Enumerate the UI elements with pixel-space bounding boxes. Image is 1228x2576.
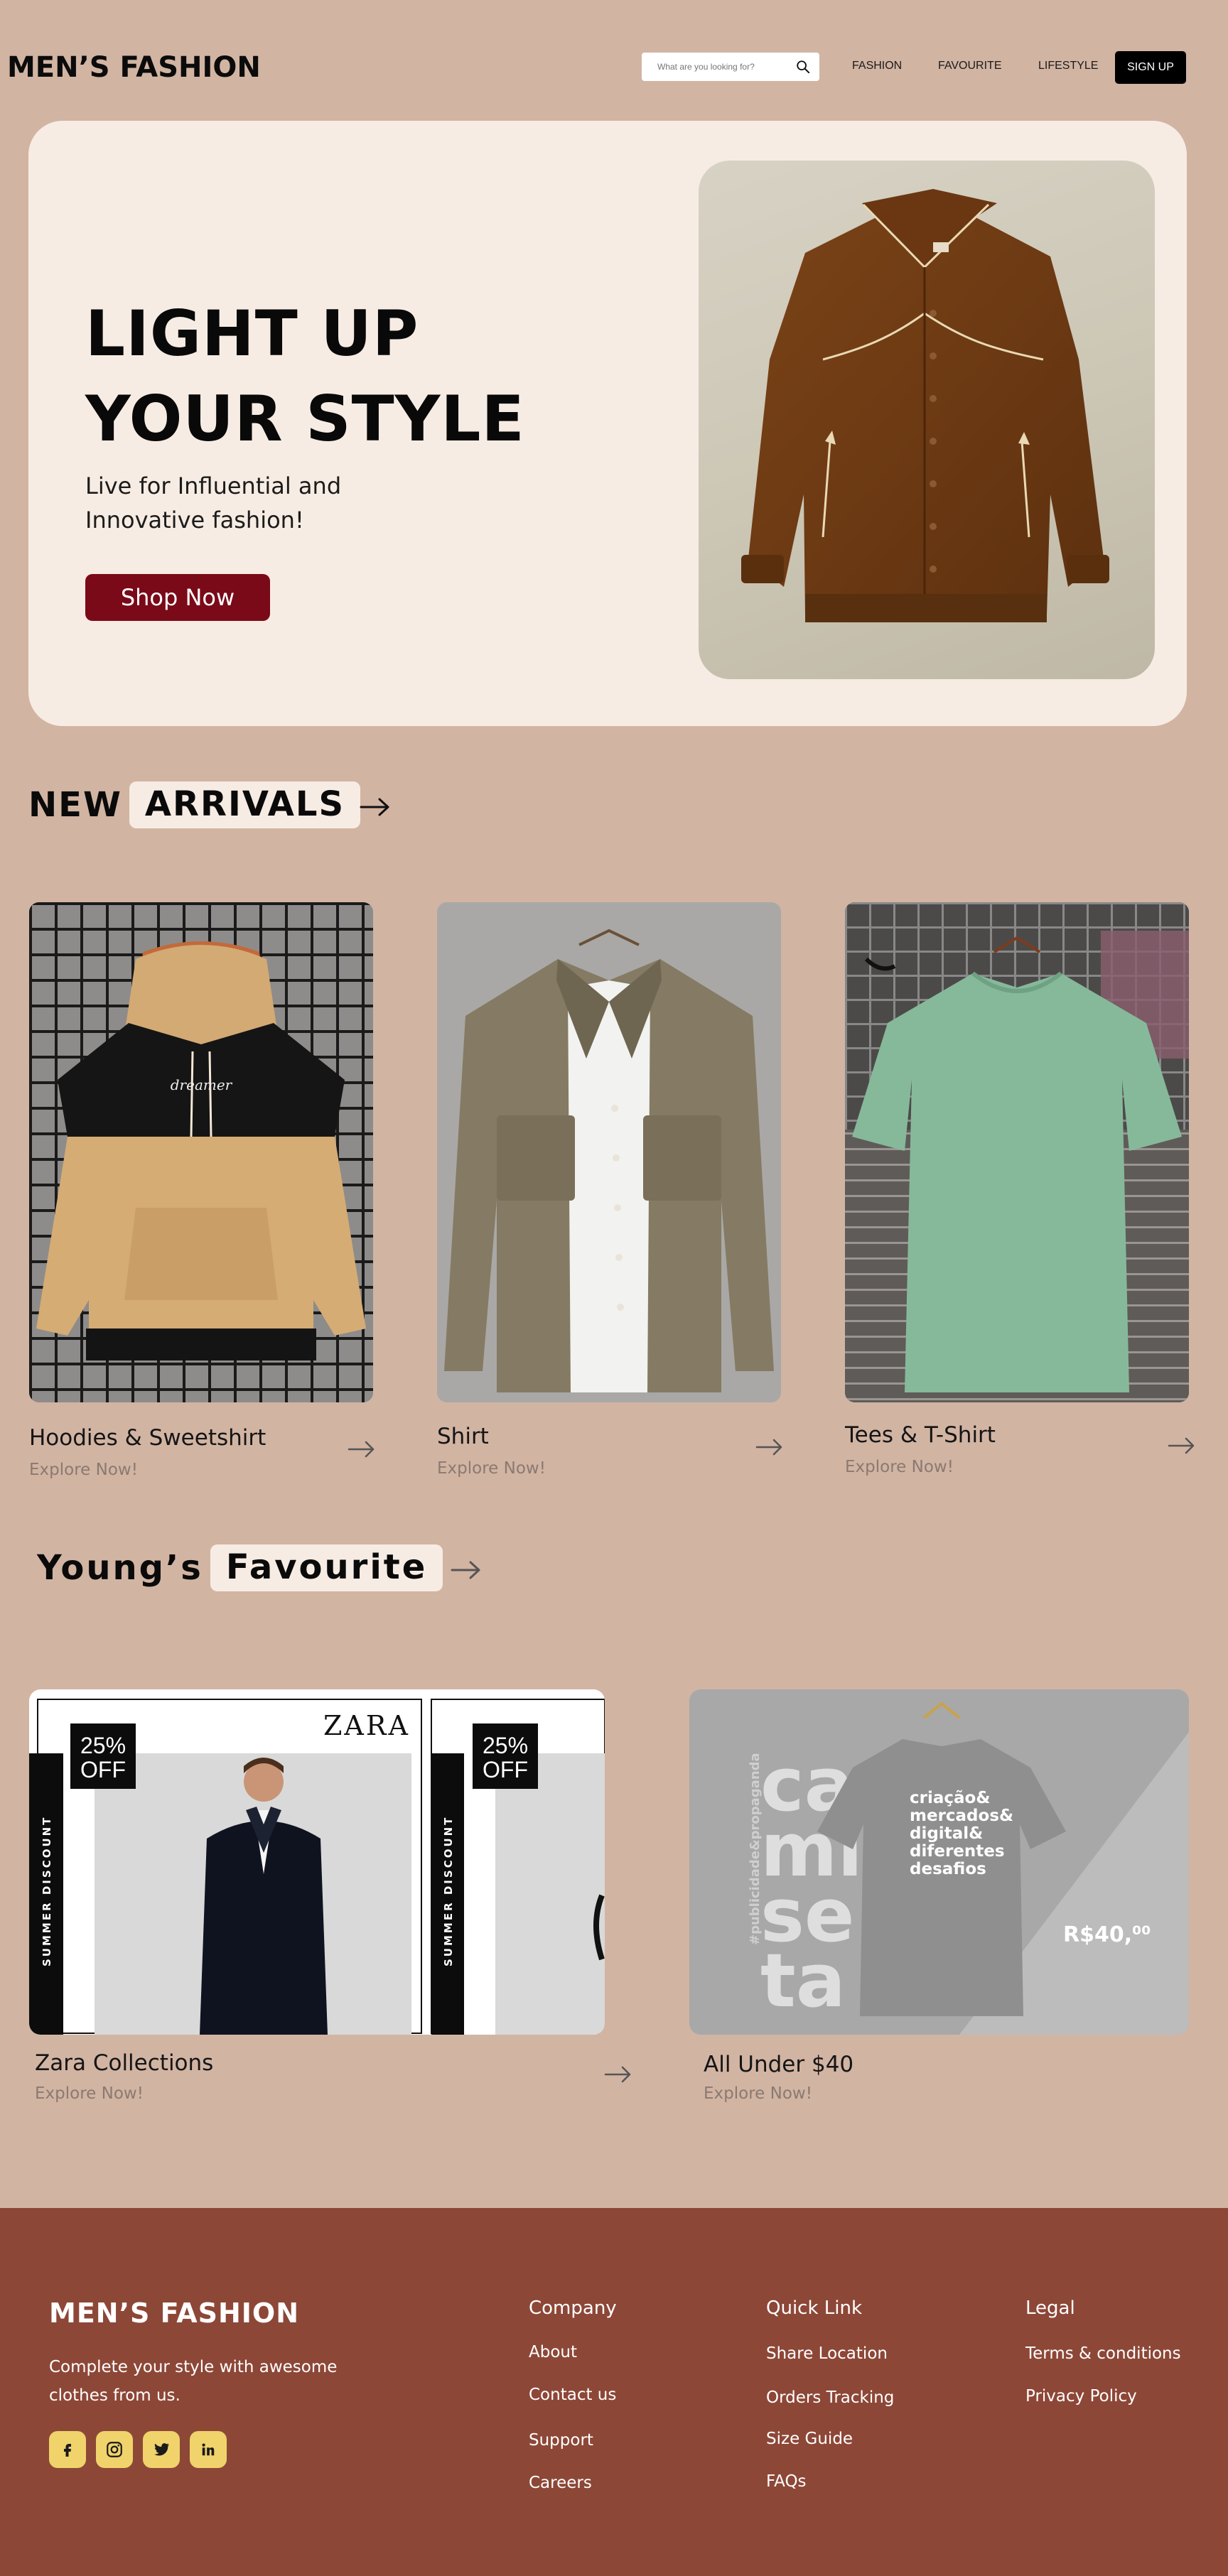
card-title-shirt[interactable]: Shirt <box>437 1424 489 1449</box>
search-icon[interactable] <box>795 59 811 75</box>
card-title-tees[interactable]: Tees & T-Shirt <box>845 1422 996 1448</box>
zara-arrow-icon[interactable] <box>604 2065 632 2084</box>
tee-banner-illustration: #publicidade&propaganda ca mi se ta cria… <box>748 1701 1189 2035</box>
facebook-icon[interactable] <box>49 2431 86 2468</box>
hero-title: LIGHT UP YOUR STYLE <box>85 291 525 462</box>
tee-shirt-text-5: desafios <box>910 1860 986 1878</box>
hoodie-illustration: dreamer <box>29 902 373 1402</box>
tee-shirt-text-1: criação& <box>910 1789 990 1807</box>
zara-banner-illustration: ZARA 25% OFF SUMMER DISCOUNT 25% OFF SUM… <box>29 1699 605 2035</box>
zara-discount-off-2: OFF <box>483 1757 528 1782</box>
tee-shirt-text-4: diferentes <box>910 1842 1005 1861</box>
shop-now-button[interactable]: Shop Now <box>85 574 270 621</box>
signup-button[interactable]: SIGN UP <box>1115 51 1186 84</box>
footer-link-contact[interactable]: Contact us <box>529 2386 616 2404</box>
linkedin-icon[interactable] <box>190 2431 227 2468</box>
favourite-heading: Young’s Favourite <box>37 1544 443 1591</box>
search-bar[interactable] <box>642 53 819 81</box>
card-title-under-40[interactable]: All Under $40 <box>704 2052 853 2077</box>
jacket-illustration <box>741 189 1109 622</box>
footer-logo[interactable]: MEN’S FASHION <box>49 2298 299 2329</box>
new-arrivals-heading: NEW ARRIVALS <box>28 781 361 828</box>
tee-product-image[interactable] <box>845 902 1189 1402</box>
nav-fashion[interactable]: FASHION <box>852 60 902 72</box>
zara-side-text-1: SUMMER DISCOUNT <box>41 1816 53 1966</box>
favourite-heading-pill: Favourite <box>210 1544 443 1591</box>
instagram-icon[interactable] <box>96 2431 133 2468</box>
nav-favourite[interactable]: FAVOURITE <box>938 60 1002 72</box>
site-footer: MEN’S FASHION Complete your style with a… <box>0 2208 1228 2576</box>
under-40-image[interactable]: #publicidade&propaganda ca mi se ta cria… <box>689 1689 1189 2035</box>
footer-col-legal-title: Legal <box>1025 2298 1075 2319</box>
tee-big-word-4: ta <box>760 1937 846 2024</box>
hero-title-line-2: YOUR STYLE <box>85 382 525 455</box>
new-arrivals-heading-plain: NEW <box>28 785 122 825</box>
card-cta-zara[interactable]: Explore Now! <box>35 2084 144 2103</box>
card-title-zara[interactable]: Zara Collections <box>35 2050 213 2076</box>
footer-link-support[interactable]: Support <box>529 2431 593 2450</box>
hero-subtitle: Live for Influential and Innovative fash… <box>85 472 342 534</box>
tee-illustration <box>845 902 1189 1402</box>
shirt-illustration <box>437 902 781 1402</box>
twitter-icon[interactable] <box>143 2431 180 2468</box>
nav-lifestyle[interactable]: LIFESTYLE <box>1038 60 1098 72</box>
hoodie-product-image[interactable]: dreamer <box>29 902 373 1402</box>
hoodies-arrow-icon[interactable] <box>348 1440 376 1459</box>
zara-brand-text: ZARA <box>323 1710 410 1741</box>
shirt-arrow-icon[interactable] <box>755 1438 784 1456</box>
card-cta-hoodies[interactable]: Explore Now! <box>29 1461 138 1479</box>
zara-discount-percent-1: 25% <box>80 1733 126 1758</box>
footer-tagline: Complete your style with awesome clothes… <box>49 2358 338 2405</box>
search-input[interactable] <box>657 62 796 72</box>
zara-discount-off-1: OFF <box>80 1757 126 1782</box>
tee-shirt-text-3: digital& <box>910 1824 983 1843</box>
card-cta-under-40[interactable]: Explore Now! <box>704 2084 812 2103</box>
footer-link-faqs[interactable]: FAQs <box>766 2472 807 2491</box>
hero-title-line-1: LIGHT UP <box>85 297 419 370</box>
zara-side-text-2: SUMMER DISCOUNT <box>442 1816 455 1966</box>
favourite-arrow-icon[interactable] <box>451 1559 482 1581</box>
new-arrivals-heading-pill: ARRIVALS <box>129 781 361 828</box>
footer-link-size-guide[interactable]: Size Guide <box>766 2430 853 2448</box>
footer-col-quicklink-title: Quick Link <box>766 2298 863 2319</box>
site-header: MEN’S FASHION FASHION FAVOURITE LIFESTYL… <box>0 0 1228 135</box>
shirt-product-image[interactable] <box>437 902 781 1402</box>
card-cta-tees[interactable]: Explore Now! <box>845 1458 954 1476</box>
favourite-heading-plain: Young’s <box>37 1548 203 1588</box>
footer-link-share-location[interactable]: Share Location <box>766 2344 888 2363</box>
card-title-hoodies[interactable]: Hoodies & Sweetshirt <box>29 1425 266 1451</box>
footer-col-company-title: Company <box>529 2298 617 2319</box>
footer-link-orders-tracking[interactable]: Orders Tracking <box>766 2388 894 2407</box>
hoodie-print-text: dreamer <box>171 1076 233 1093</box>
zara-discount-percent-2: 25% <box>483 1733 528 1758</box>
footer-link-careers[interactable]: Careers <box>529 2474 592 2492</box>
zara-collection-image[interactable]: ZARA 25% OFF SUMMER DISCOUNT 25% OFF SUM… <box>29 1689 605 2035</box>
hero-jacket-image <box>699 161 1155 679</box>
tee-price-text: R$40,⁰⁰ <box>1063 1922 1151 1947</box>
footer-link-about[interactable]: About <box>529 2343 577 2361</box>
tees-arrow-icon[interactable] <box>1168 1436 1196 1455</box>
footer-link-terms[interactable]: Terms & conditions <box>1025 2344 1181 2363</box>
footer-link-privacy[interactable]: Privacy Policy <box>1025 2387 1137 2405</box>
new-arrivals-arrow-icon[interactable] <box>360 796 391 818</box>
hero-banner: LIGHT UP YOUR STYLE Live for Influential… <box>28 121 1187 726</box>
site-logo[interactable]: MEN’S FASHION <box>7 51 261 84</box>
tee-shirt-text-2: mercados& <box>910 1807 1013 1825</box>
card-cta-shirt[interactable]: Explore Now! <box>437 1459 546 1478</box>
